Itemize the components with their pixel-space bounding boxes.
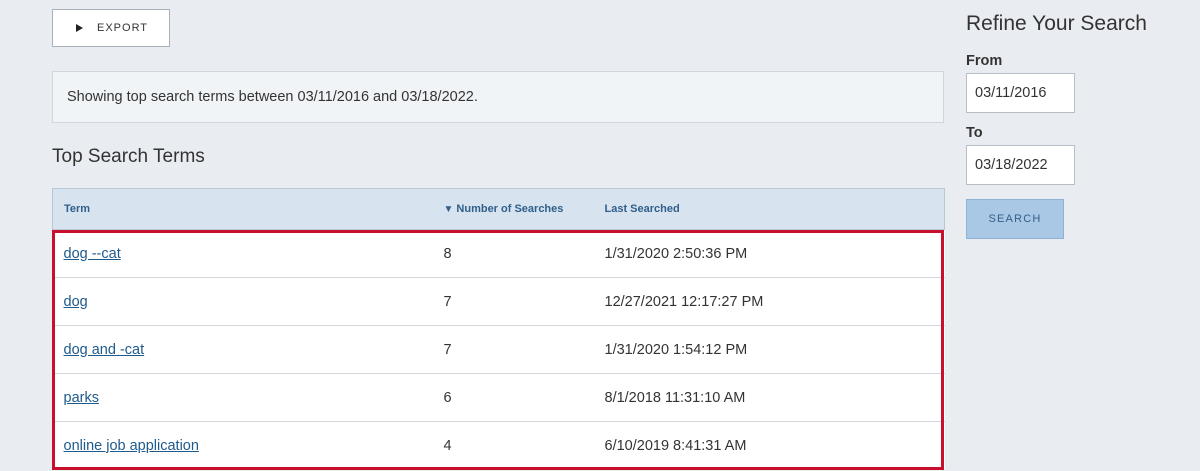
column-header-number-of-searches[interactable]: ▼ Number of Searches [443,188,605,230]
search-count: 4 [443,421,605,469]
search-count: 7 [443,325,605,374]
export-button[interactable]: EXPORT [52,9,170,47]
search-count: 7 [443,277,605,326]
table-row: dog --cat 8 1/31/2020 2:50:36 PM [52,229,945,278]
term-link[interactable]: parks [64,390,99,406]
search-summary-box: Showing top search terms between 03/11/2… [52,71,944,123]
results-title: Top Search Terms [52,146,205,167]
search-count: 8 [443,229,605,278]
to-label: To [966,125,983,141]
column-header-last-searched[interactable]: Last Searched [604,188,945,230]
sidebar-title: Refine Your Search [966,12,1147,35]
table-row: online job application 4 6/10/2019 8:41:… [52,421,945,469]
table-header-row: Term ▼ Number of Searches Last Searched [52,188,945,230]
last-searched: 1/31/2020 2:50:36 PM [604,229,945,278]
table-row: dog and -cat 7 1/31/2020 1:54:12 PM [52,325,945,374]
play-icon [76,24,83,32]
sort-desc-icon: ▼ [443,204,454,215]
column-header-term[interactable]: Term [52,188,444,230]
search-summary-text: Showing top search terms between 03/11/2… [67,89,478,105]
export-label: EXPORT [97,22,149,34]
last-searched: 12/27/2021 12:17:27 PM [604,277,945,326]
results-table: Term ▼ Number of Searches Last Searched d… [52,188,945,469]
search-count: 6 [443,373,605,422]
search-button[interactable]: SEARCH [966,199,1064,239]
term-link[interactable]: dog --cat [64,246,121,262]
from-date-input[interactable] [966,73,1075,113]
table-row: dog 7 12/27/2021 12:17:27 PM [52,277,945,326]
term-link[interactable]: dog and -cat [64,342,145,358]
term-link[interactable]: dog [64,294,88,310]
last-searched: 8/1/2018 11:31:10 AM [604,373,945,422]
from-label: From [966,53,1003,69]
term-link[interactable]: online job application [64,438,199,454]
last-searched: 1/31/2020 1:54:12 PM [604,325,945,374]
to-date-input[interactable] [966,145,1075,185]
table-row: parks 6 8/1/2018 11:31:10 AM [52,373,945,422]
last-searched: 6/10/2019 8:41:31 AM [604,421,945,469]
